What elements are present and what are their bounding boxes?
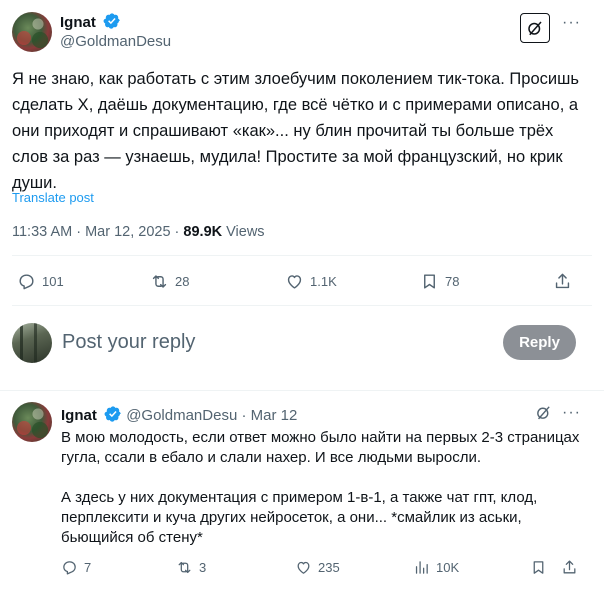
views-count: 89.9K bbox=[183, 224, 223, 240]
reply-author-name[interactable]: Ignat bbox=[61, 407, 97, 424]
share-icon bbox=[555, 273, 570, 289]
divider bbox=[12, 255, 592, 256]
reply-submit-button[interactable]: Reply bbox=[503, 325, 576, 360]
reply-button[interactable]: 101 bbox=[17, 272, 64, 291]
views-button[interactable]: 10K bbox=[413, 559, 459, 576]
author-name[interactable]: Ignat bbox=[60, 14, 96, 31]
author-handle[interactable]: @GoldmanDesu bbox=[60, 33, 171, 50]
like-button[interactable]: 1.1K bbox=[285, 272, 337, 291]
share-icon bbox=[563, 560, 576, 574]
author-avatar[interactable] bbox=[12, 12, 52, 52]
verified-badge-icon bbox=[103, 13, 120, 29]
bookmark-button[interactable]: 78 bbox=[420, 272, 459, 291]
reply-text-paragraph: А здесь у них документация с примером 1-… bbox=[61, 489, 538, 546]
post-timestamp[interactable]: 11:33 AM · Mar 12, 2025 · bbox=[12, 224, 183, 240]
share-button[interactable] bbox=[561, 559, 578, 576]
divider bbox=[12, 305, 592, 306]
views-count: 10K bbox=[436, 560, 460, 575]
reply-date[interactable]: · Mar 12 bbox=[237, 407, 297, 424]
more-icon[interactable]: ··· bbox=[562, 404, 581, 422]
repost-button[interactable]: 28 bbox=[150, 272, 189, 291]
repost-icon bbox=[178, 561, 191, 574]
like-count: 235 bbox=[318, 560, 340, 575]
bookmark-icon bbox=[424, 274, 435, 289]
reply-button[interactable]: 7 bbox=[61, 559, 91, 576]
more-icon[interactable]: ··· bbox=[562, 14, 581, 32]
translate-link[interactable]: Translate post bbox=[12, 190, 94, 205]
post-meta: 11:33 AM · Mar 12, 2025 · 89.9K Views bbox=[12, 224, 265, 240]
views-label: Views bbox=[222, 224, 265, 240]
reply-count: 7 bbox=[84, 560, 92, 575]
heart-icon bbox=[287, 275, 302, 289]
grok-icon[interactable] bbox=[535, 404, 552, 426]
divider bbox=[0, 390, 604, 391]
reply-count: 101 bbox=[42, 274, 64, 289]
reply-text-paragraph: В мою молодость, если ответ можно было н… bbox=[61, 429, 580, 466]
bookmark-button[interactable] bbox=[530, 559, 547, 576]
repost-count: 3 bbox=[199, 560, 207, 575]
current-user-avatar[interactable] bbox=[12, 323, 52, 363]
share-button[interactable] bbox=[553, 272, 572, 291]
grok-icon[interactable] bbox=[520, 13, 550, 43]
verified-badge-icon bbox=[104, 406, 121, 422]
post-text: Я не знаю, как работать с этим злоебучим… bbox=[12, 70, 579, 192]
reply-author-avatar[interactable] bbox=[12, 402, 52, 442]
reply-icon bbox=[63, 561, 76, 575]
like-button[interactable]: 235 bbox=[295, 559, 340, 576]
bookmark-count: 78 bbox=[445, 274, 460, 289]
like-count: 1.1K bbox=[310, 274, 337, 289]
views-icon bbox=[415, 561, 428, 574]
bookmark-icon bbox=[533, 561, 544, 574]
repost-icon bbox=[152, 275, 167, 288]
repost-count: 28 bbox=[175, 274, 190, 289]
reply-icon bbox=[19, 274, 34, 290]
reply-input[interactable]: Post your reply bbox=[62, 331, 195, 354]
reply-author-handle[interactable]: @GoldmanDesu bbox=[126, 407, 237, 424]
heart-icon bbox=[297, 561, 310, 574]
repost-button[interactable]: 3 bbox=[176, 559, 206, 576]
author-name-row[interactable]: Ignat bbox=[60, 12, 121, 31]
reply-header: Ignat @GoldmanDesu · Mar 12 bbox=[61, 405, 297, 424]
